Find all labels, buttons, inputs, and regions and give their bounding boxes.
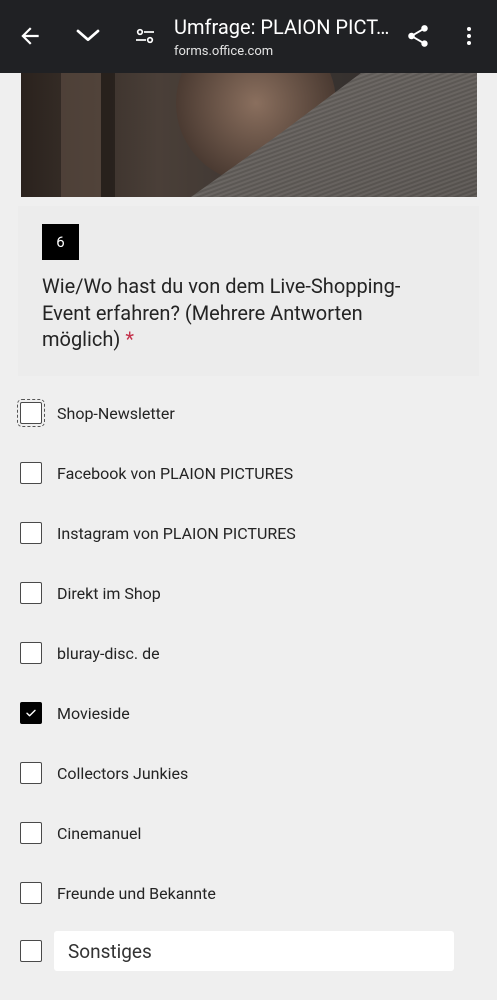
option-bluray-disc[interactable]: bluray-disc. de bbox=[20, 633, 460, 673]
question-label: Wie/Wo hast du von dem Live-Shopping-Eve… bbox=[42, 274, 401, 351]
minimize-button[interactable] bbox=[66, 14, 110, 58]
option-cinemanuel[interactable]: Cinemanuel bbox=[20, 813, 460, 853]
checkbox[interactable] bbox=[20, 822, 42, 844]
more-options-button[interactable] bbox=[447, 14, 491, 58]
option-label: Facebook von PLAION PICTURES bbox=[57, 463, 294, 483]
more-vert-icon bbox=[467, 27, 471, 45]
option-label: Instagram von PLAION PICTURES bbox=[57, 523, 296, 543]
checkbox[interactable] bbox=[20, 642, 42, 664]
question-number: 6 bbox=[42, 224, 79, 260]
checkbox[interactable] bbox=[20, 462, 42, 484]
required-marker: * bbox=[125, 327, 134, 351]
option-shop-newsletter[interactable]: Shop-Newsletter bbox=[17, 393, 460, 433]
option-movieside[interactable]: Movieside bbox=[20, 693, 460, 733]
option-label: Movieside bbox=[57, 703, 130, 723]
tune-icon bbox=[136, 28, 154, 44]
option-instagram[interactable]: Instagram von PLAION PICTURES bbox=[20, 513, 460, 553]
option-label: Cinemanuel bbox=[57, 823, 142, 843]
option-label: Direkt im Shop bbox=[57, 583, 161, 603]
browser-toolbar: Umfrage: PLAION PICT… forms.office.com bbox=[0, 0, 497, 73]
chevron-down-icon bbox=[76, 29, 100, 42]
share-button[interactable] bbox=[396, 14, 440, 58]
checkbox[interactable] bbox=[20, 882, 42, 904]
checkbox-checked[interactable] bbox=[20, 702, 42, 724]
option-freunde-und-bekannte[interactable]: Freunde und Bekannte bbox=[20, 873, 460, 913]
other-answer-input[interactable] bbox=[54, 931, 454, 971]
header-image bbox=[21, 73, 477, 197]
page-title-block[interactable]: Umfrage: PLAION PICT… forms.office.com bbox=[174, 14, 394, 60]
checkbox[interactable] bbox=[17, 399, 45, 427]
arrow-left-icon bbox=[21, 27, 39, 45]
option-label: Collectors Junkies bbox=[57, 763, 189, 783]
checkbox[interactable] bbox=[20, 940, 42, 962]
option-label: bluray-disc. de bbox=[57, 643, 160, 663]
option-sonstiges[interactable] bbox=[20, 931, 460, 971]
back-button[interactable] bbox=[8, 14, 52, 58]
page-url: forms.office.com bbox=[174, 44, 274, 59]
checkbox[interactable] bbox=[20, 522, 42, 544]
checkbox[interactable] bbox=[20, 762, 42, 784]
option-collectors-junkies[interactable]: Collectors Junkies bbox=[20, 753, 460, 793]
checkbox[interactable] bbox=[20, 582, 42, 604]
option-label: Shop-Newsletter bbox=[57, 403, 175, 423]
option-facebook[interactable]: Facebook von PLAION PICTURES bbox=[20, 453, 460, 493]
page-settings-button[interactable] bbox=[123, 14, 167, 58]
page-title: Umfrage: PLAION PICT… bbox=[174, 15, 390, 39]
share-icon bbox=[408, 25, 428, 47]
question-text: Wie/Wo hast du von dem Live-Shopping-Eve… bbox=[42, 273, 442, 353]
checkmark-icon bbox=[26, 709, 36, 717]
option-direkt-im-shop[interactable]: Direkt im Shop bbox=[20, 573, 460, 613]
option-label: Freunde und Bekannte bbox=[57, 883, 216, 903]
